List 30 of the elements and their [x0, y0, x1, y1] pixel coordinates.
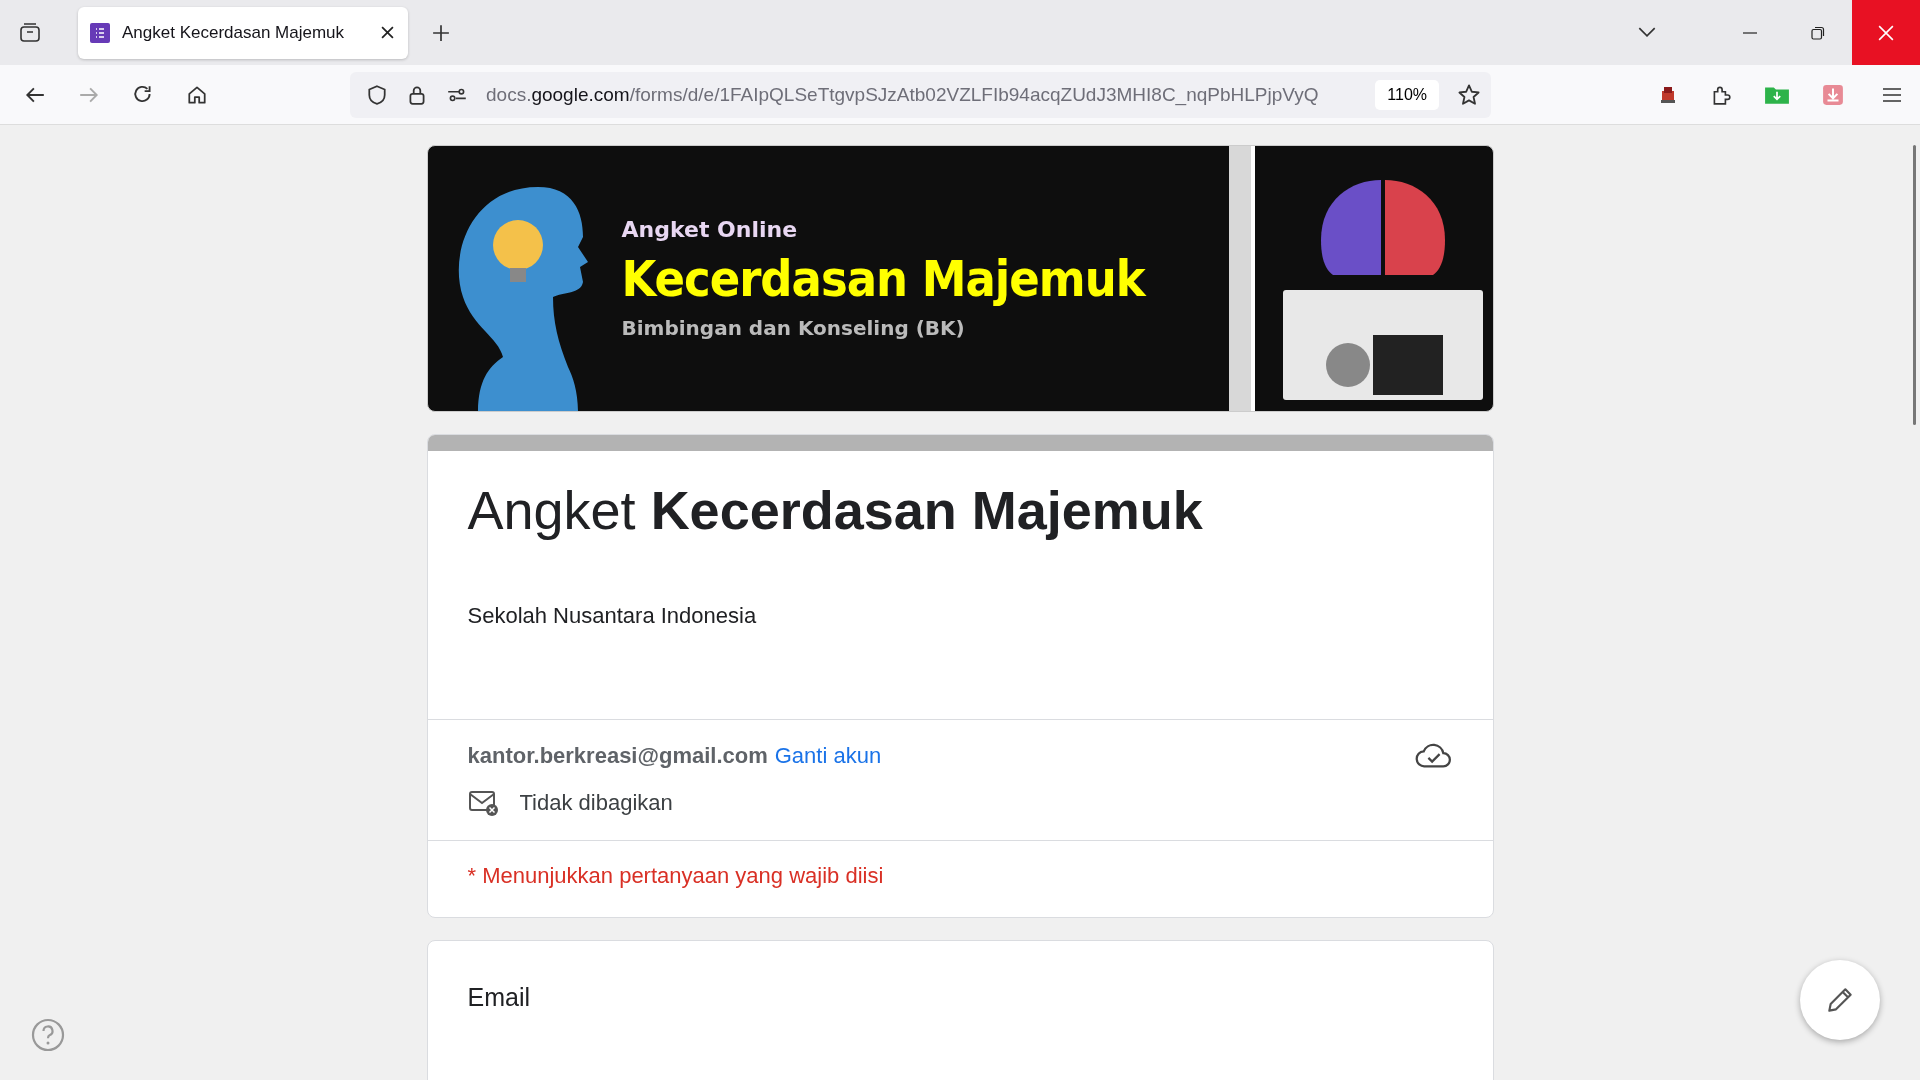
switch-account-link[interactable]: Ganti akun — [774, 743, 882, 769]
tab-title: Angket Kecerdasan Majemuk — [122, 22, 346, 43]
tab-list-icon[interactable] — [18, 20, 42, 45]
account-email: kantor.berkreasi@gmail.com — [467, 743, 768, 769]
browser-tab[interactable]: Angket Kecerdasan Majemuk — [78, 6, 408, 59]
url-text[interactable]: docs.google.com/forms/d/e/1FAIpQLSeTtgvpSJzAtb02VZLFIb94acqZUdJ3MHI8C_nqPbHLPjpVyQ — [486, 83, 1358, 106]
restore-icon — [1811, 25, 1825, 40]
banner-heading: Kecerdasan Majemuk — [621, 250, 1145, 308]
zoom-level-button[interactable]: 110% — [1375, 79, 1439, 110]
cloud-check-icon — [1414, 742, 1453, 770]
extension-icon[interactable] — [1658, 84, 1678, 105]
close-icon[interactable] — [381, 26, 394, 39]
chevron-down-icon[interactable] — [1638, 27, 1656, 38]
close-icon — [1878, 24, 1894, 41]
form-title: Angket Kecerdasan Majemuk — [467, 479, 1204, 541]
address-bar[interactable]: docs.google.com/forms/d/e/1FAIpQLSeTtgvpSJzAtb02VZLFIb94acqZUdJ3MHI8C_nqPbHLPjpVyQ 110% — [350, 71, 1491, 118]
minimize-icon — [1743, 31, 1757, 34]
banner-subtitle: Angket Online — [621, 217, 799, 242]
new-tab-icon[interactable] — [432, 23, 450, 42]
banner-caption: Bimbingan dan Konseling (BK) — [621, 316, 966, 340]
forms-icon — [90, 22, 110, 43]
mail-blocked-icon — [467, 788, 500, 818]
menu-icon[interactable] — [1882, 86, 1902, 103]
edit-button[interactable] — [1800, 960, 1880, 1040]
shield-icon[interactable] — [366, 83, 388, 106]
form-description: Sekolah Nusantara Indonesia — [467, 603, 758, 629]
star-icon[interactable] — [1457, 82, 1481, 107]
sharing-status: Tidak dibagikan — [519, 790, 673, 816]
required-note: * Menunjukkan pertanyaan yang wajib diisi — [467, 863, 884, 888]
question-label: Email — [467, 983, 530, 1011]
